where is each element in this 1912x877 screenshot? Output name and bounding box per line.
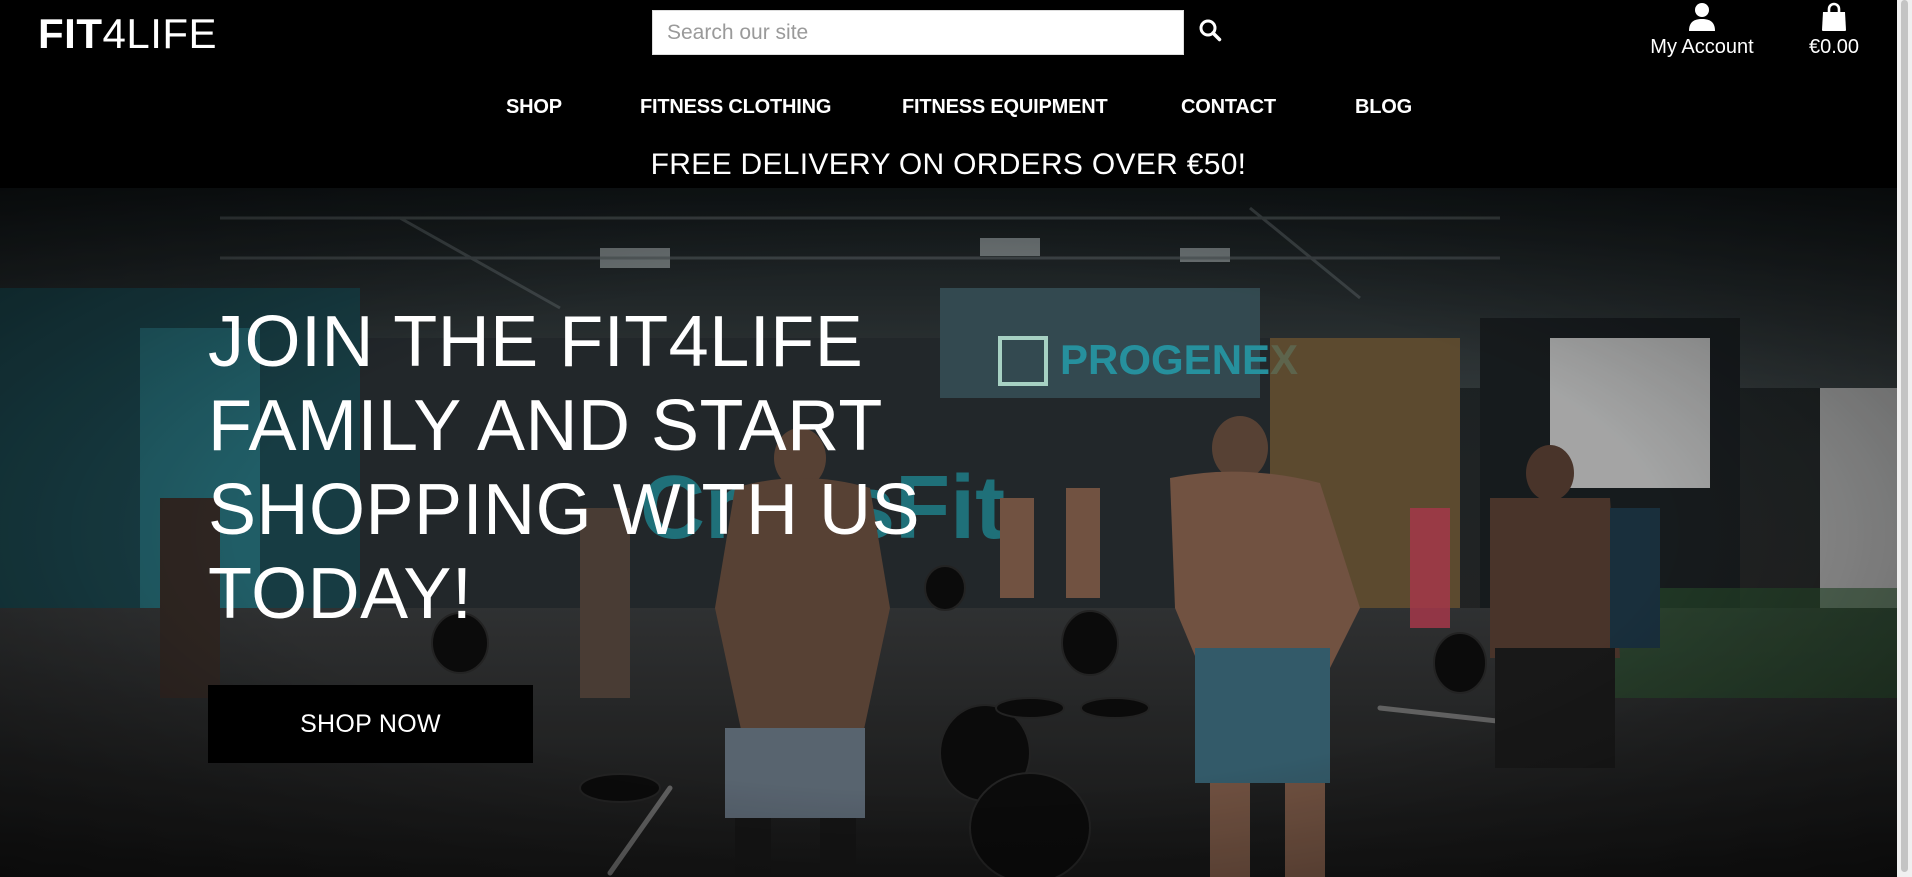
nav-item-fitness-equipment[interactable]: FITNESS EQUIPMENT [902, 96, 1108, 119]
shopping-bag-icon [1822, 2, 1846, 31]
page: FIT4LIFE My Account €0.00 [0, 0, 1912, 877]
nav-item-blog[interactable]: BLOG [1355, 96, 1412, 119]
hero-title: JOIN THE FIT4LIFE FAMILY AND START SHOPP… [208, 302, 921, 634]
hero-section: PROGENEX CrossFit [0, 188, 1897, 877]
my-account-label: My Account [1650, 36, 1754, 58]
search-icon [1199, 19, 1222, 42]
cart-total: €0.00 [1808, 36, 1860, 58]
search-button[interactable] [1198, 18, 1230, 50]
nav-item-contact[interactable]: CONTACT [1181, 96, 1276, 119]
nav-item-fitness-clothing[interactable]: FITNESS CLOTHING [640, 96, 831, 119]
search-box [652, 10, 1184, 55]
main-nav: SHOP FITNESS CLOTHING FITNESS EQUIPMENT … [0, 96, 1897, 122]
my-account-link[interactable]: My Account [1640, 2, 1764, 59]
site-header: FIT4LIFE My Account €0.00 [0, 0, 1897, 188]
promo-banner: FREE DELIVERY ON ORDERS OVER €50! [650, 148, 1247, 181]
scrollbar-thumb[interactable] [1901, 0, 1908, 872]
search-input[interactable] [653, 11, 1183, 54]
logo-light-text: 4LIFE [102, 10, 218, 57]
user-icon [1689, 3, 1715, 31]
site-logo[interactable]: FIT4LIFE [38, 10, 217, 58]
nav-item-shop[interactable]: SHOP [506, 96, 562, 119]
logo-bold-text: FIT [38, 10, 103, 57]
vertical-scrollbar[interactable] [1897, 0, 1912, 877]
shop-now-button[interactable]: SHOP NOW [208, 685, 533, 763]
cart-link[interactable]: €0.00 [1800, 2, 1868, 59]
